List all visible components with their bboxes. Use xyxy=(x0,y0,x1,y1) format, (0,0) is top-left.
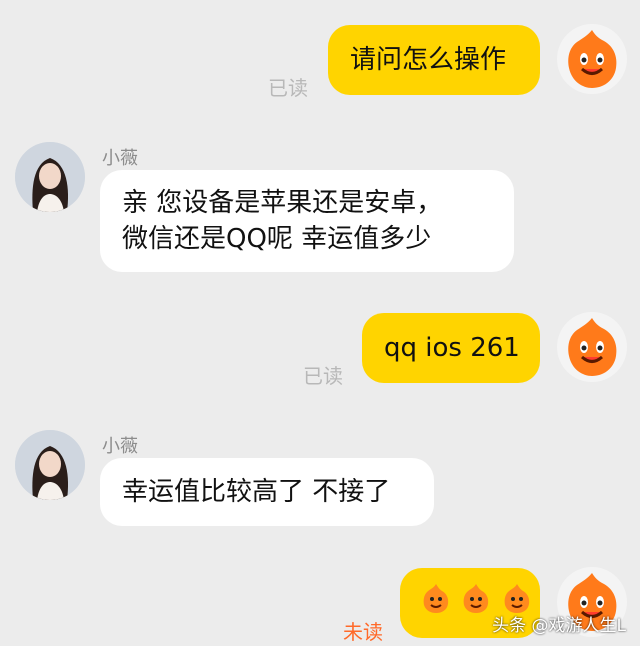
sender-name: 小薇 xyxy=(102,148,138,169)
sender-name: 小薇 xyxy=(102,436,138,457)
my-avatar[interactable] xyxy=(557,24,627,94)
read-status: 已读 xyxy=(268,76,308,100)
message-bubble-sent-2[interactable]: qq ios 261 xyxy=(362,313,540,383)
message-text-line: 亲 您设备是苹果还是安卓， xyxy=(122,188,443,218)
my-avatar[interactable] xyxy=(557,312,627,382)
orange-emoji-icon xyxy=(463,584,489,613)
contact-avatar[interactable] xyxy=(15,430,85,500)
orange-mascot-icon xyxy=(568,318,617,376)
message-bubble-received-2[interactable]: 幸运值比较高了 不接了 xyxy=(100,458,434,526)
read-status: 已读 xyxy=(303,364,343,388)
girl-avatar-icon xyxy=(15,142,85,212)
message-text-line: 微信还是QQ呢 幸运值多少 xyxy=(122,224,432,254)
contact-avatar[interactable] xyxy=(15,142,85,212)
message-text: qq ios 261 xyxy=(384,333,520,363)
message-bubble-received-1[interactable]: 亲 您设备是苹果还是安卓， 微信还是QQ呢 幸运值多少 xyxy=(100,170,514,272)
girl-avatar-icon xyxy=(15,430,85,500)
orange-emoji-icon xyxy=(504,584,529,613)
watermark: 头条 @戏游人生L xyxy=(492,616,626,636)
unread-status: 未读 xyxy=(343,620,383,644)
message-text-line: 幸运值比较高了 不接了 xyxy=(122,477,391,507)
orange-emoji-icon xyxy=(423,584,449,613)
message-text: 请问怎么操作 xyxy=(350,45,507,75)
orange-mascot-icon xyxy=(568,30,617,88)
message-bubble-sent-1[interactable]: 请问怎么操作 xyxy=(328,25,540,95)
